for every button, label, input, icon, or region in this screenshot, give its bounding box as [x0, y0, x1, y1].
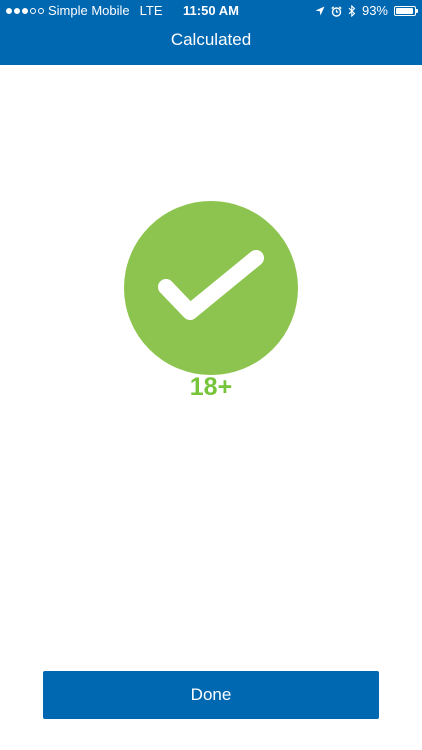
- checkmark-icon: [158, 250, 264, 320]
- page-title: Calculated: [170, 30, 252, 49]
- top-bar: Simple Mobile LTE 11:50 AM 93% Calculate…: [0, 0, 422, 65]
- screen: Simple Mobile LTE 11:50 AM 93% Calculate…: [0, 0, 422, 750]
- bluetooth-icon: [348, 5, 356, 17]
- battery-icon: [394, 6, 418, 16]
- result-circle: [124, 201, 298, 375]
- battery-percent: 93%: [361, 3, 388, 18]
- status-right: 93%: [315, 0, 418, 22]
- alarm-clock-icon: [331, 5, 342, 17]
- location-arrow-icon: [315, 6, 325, 16]
- done-button[interactable]: Done: [43, 671, 379, 719]
- result-label: 18+: [189, 373, 233, 401]
- status-bar: Simple Mobile LTE 11:50 AM 93%: [0, 0, 422, 22]
- battery-level: [396, 8, 413, 14]
